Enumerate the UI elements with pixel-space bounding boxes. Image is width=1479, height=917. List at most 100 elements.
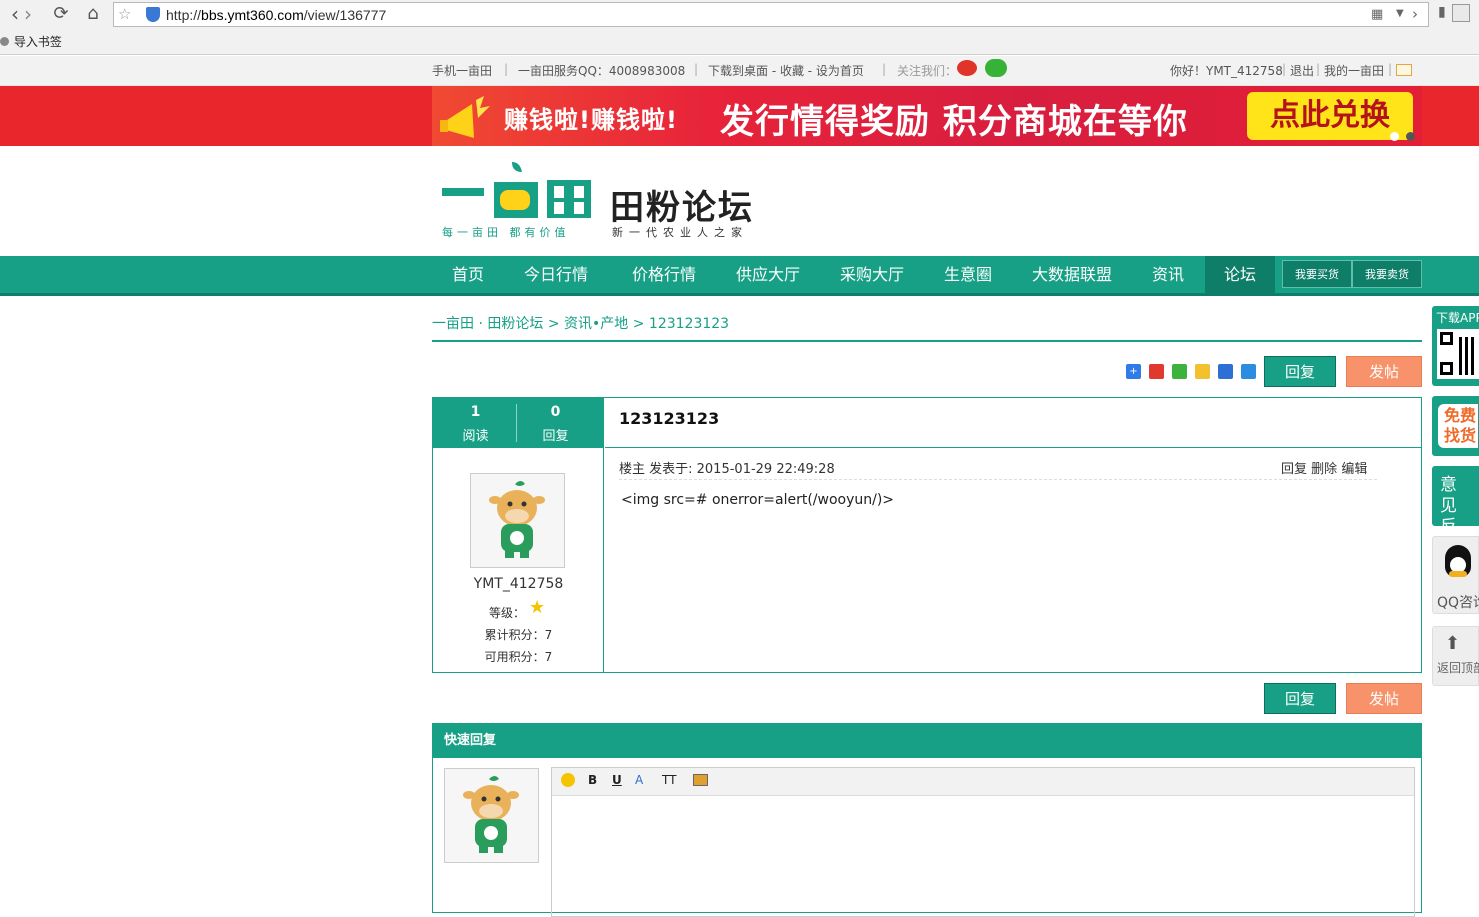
divider [432,340,1422,342]
new-post-button-top[interactable]: 发帖 [1346,356,1422,387]
back-to-top-float[interactable]: ⬆ 返回顶部 [1432,626,1479,686]
author-panel: YMT_412758 等级： ★ 累计积分：7 可用积分：7 [433,448,604,672]
megaphone-icon [440,96,490,138]
nav-item-forum[interactable]: 论坛 [1205,256,1275,294]
download-links[interactable]: 下载到桌面 - 收藏 - 设为首页 [708,62,864,79]
url-path: /view/136777 [303,7,387,23]
bold-button[interactable]: B [588,773,597,787]
exchange-button[interactable]: 点此兑换 [1247,92,1413,140]
separator: | [504,62,509,76]
star-icon: ★ [529,597,546,618]
download-app-label: 下载APP [1436,311,1479,325]
forward-small-icon[interactable]: › [1412,5,1418,23]
post-actions: 回复 删除 编辑 [1281,458,1367,477]
nav-item-purchase[interactable]: 采购大厅 [824,256,920,294]
breadcrumb-sep: > [547,316,560,332]
insert-image-icon[interactable] [693,774,708,786]
share-renren-icon[interactable] [1218,364,1233,379]
share-more-icon[interactable]: + [1126,364,1141,379]
site-logo[interactable]: 每一亩田 都有价值 田粉论坛 新一代农业人之家 [440,160,770,250]
dropdown-icon[interactable]: ▼ [1396,8,1404,19]
author-name[interactable]: YMT_412758 [433,576,604,592]
share-weibo-icon[interactable] [1149,364,1164,379]
cow-mascot-icon [489,481,545,558]
separator: | [882,62,887,76]
avatar[interactable] [470,473,565,568]
nav-item-business[interactable]: 生意圈 [928,256,1008,294]
browser-chrome: ‹ › ⟳ ⌂ ☆ http://bbs.ymt360.com/view/136… [0,0,1479,55]
breadcrumb-root[interactable]: 一亩田 · 田粉论坛 [432,316,543,332]
mail-icon[interactable] [1396,64,1412,76]
shield-icon [146,7,160,22]
emoji-icon[interactable] [561,773,575,787]
buy-button[interactable]: 我要买货 [1282,260,1352,288]
star-icon[interactable]: ☆ [118,5,131,23]
breadcrumb: 一亩田 · 田粉论坛 > 资讯•产地 > 123123123 [432,313,729,333]
sell-button[interactable]: 我要卖货 [1352,260,1422,288]
share-tencent-icon[interactable] [1241,364,1256,379]
qr-icon[interactable]: ▦ [1371,7,1383,22]
nav-item-price[interactable]: 价格行情 [616,256,712,294]
home-icon[interactable]: ⌂ [80,2,106,26]
import-bookmarks[interactable]: 导入书签 [14,35,62,49]
download-app-float[interactable]: 下载APP [1432,306,1479,386]
views-count: 1 [470,404,481,420]
my-ymt-link[interactable]: 我的一亩田 [1324,62,1384,79]
breadcrumb-section[interactable]: 资讯•产地 [564,316,628,332]
post-title: 123123123 [619,409,720,428]
nav-item-supply[interactable]: 供应大厅 [720,256,816,294]
avatar [444,768,539,863]
nav-item-today[interactable]: 今日行情 [508,256,604,294]
follow-label: 关注我们： [897,64,958,78]
screenshot-icon[interactable] [1452,4,1470,22]
nav-item-bigdata[interactable]: 大数据联盟 [1020,256,1124,294]
post-edit-link[interactable]: 编辑 [1341,462,1367,477]
post-meta: 楼主 发表于: 2015-01-29 22:49:28 [619,462,835,477]
post-delete-link[interactable]: 删除 [1311,462,1337,477]
nav-item-news[interactable]: 资讯 [1136,256,1200,294]
service-qq: 一亩田服务QQ：4008983008 [518,64,686,78]
share-qzone-icon[interactable] [1195,364,1210,379]
new-post-button-bottom[interactable]: 发帖 [1346,683,1422,714]
banner-main-text: 发行情得奖励 积分商城在等你 [720,102,1188,142]
forward-icon[interactable]: › [15,2,41,26]
nav-item-home[interactable]: 首页 [432,256,504,294]
address-bar[interactable]: ☆ http://bbs.ymt360.com/view/136777 ▦ ▼ … [113,2,1429,27]
reply-editor[interactable]: B U A TT [551,767,1415,917]
underline-button[interactable]: U [612,773,622,787]
reply-button-top[interactable]: 回复 [1264,356,1336,387]
cow-mascot-icon [463,776,519,853]
post-reply-link[interactable]: 回复 [1281,462,1307,477]
font-size-button[interactable]: TT [662,773,676,787]
separator: | [694,62,699,76]
separator: | [1282,62,1287,76]
logo-slogan: 每一亩田 都有价值 [442,226,570,239]
forum-title: 田粉论坛 [610,188,754,228]
qq-float[interactable]: QQ咨询 [1432,536,1479,614]
wechat-icon[interactable] [985,59,1007,77]
share-wechat-icon[interactable] [1172,364,1187,379]
available-points: 可用积分：7 [484,650,553,664]
url-text: http://bbs.ymt360.com/view/136777 [166,7,386,23]
logout-link[interactable]: 退出 [1290,62,1314,79]
weibo-icon[interactable] [957,60,977,76]
free-search-float[interactable]: 免费找货 [1432,396,1479,456]
bookmark-bar: 导入书签 [0,33,62,50]
slide-dot[interactable] [1390,132,1399,141]
separator: | [1388,62,1393,76]
feedback-float[interactable]: 意见反馈 [1432,466,1479,558]
slide-dot[interactable] [1406,132,1415,141]
font-color-button[interactable]: A [635,773,643,787]
breadcrumb-sep: > [632,316,645,332]
reload-icon[interactable]: ⟳ [48,2,74,26]
replies-label: 回复 [542,429,569,444]
promo-banner-inner: 赚钱啦!赚钱啦! 发行情得奖励 积分商城在等你 点此兑换 [432,86,1422,146]
greeting: 你好！YMT_412758 [1170,64,1283,78]
total-points: 累计积分：7 [484,628,553,642]
reply-button-bottom[interactable]: 回复 [1264,683,1336,714]
breadcrumb-current: 123123123 [648,316,730,332]
extension-icon[interactable]: ▮ [1438,4,1446,20]
mobile-link[interactable]: 手机一亩田 [432,62,492,79]
divider [605,447,1421,448]
promo-banner[interactable]: 赚钱啦!赚钱啦! 发行情得奖励 积分商城在等你 点此兑换 [0,86,1479,146]
